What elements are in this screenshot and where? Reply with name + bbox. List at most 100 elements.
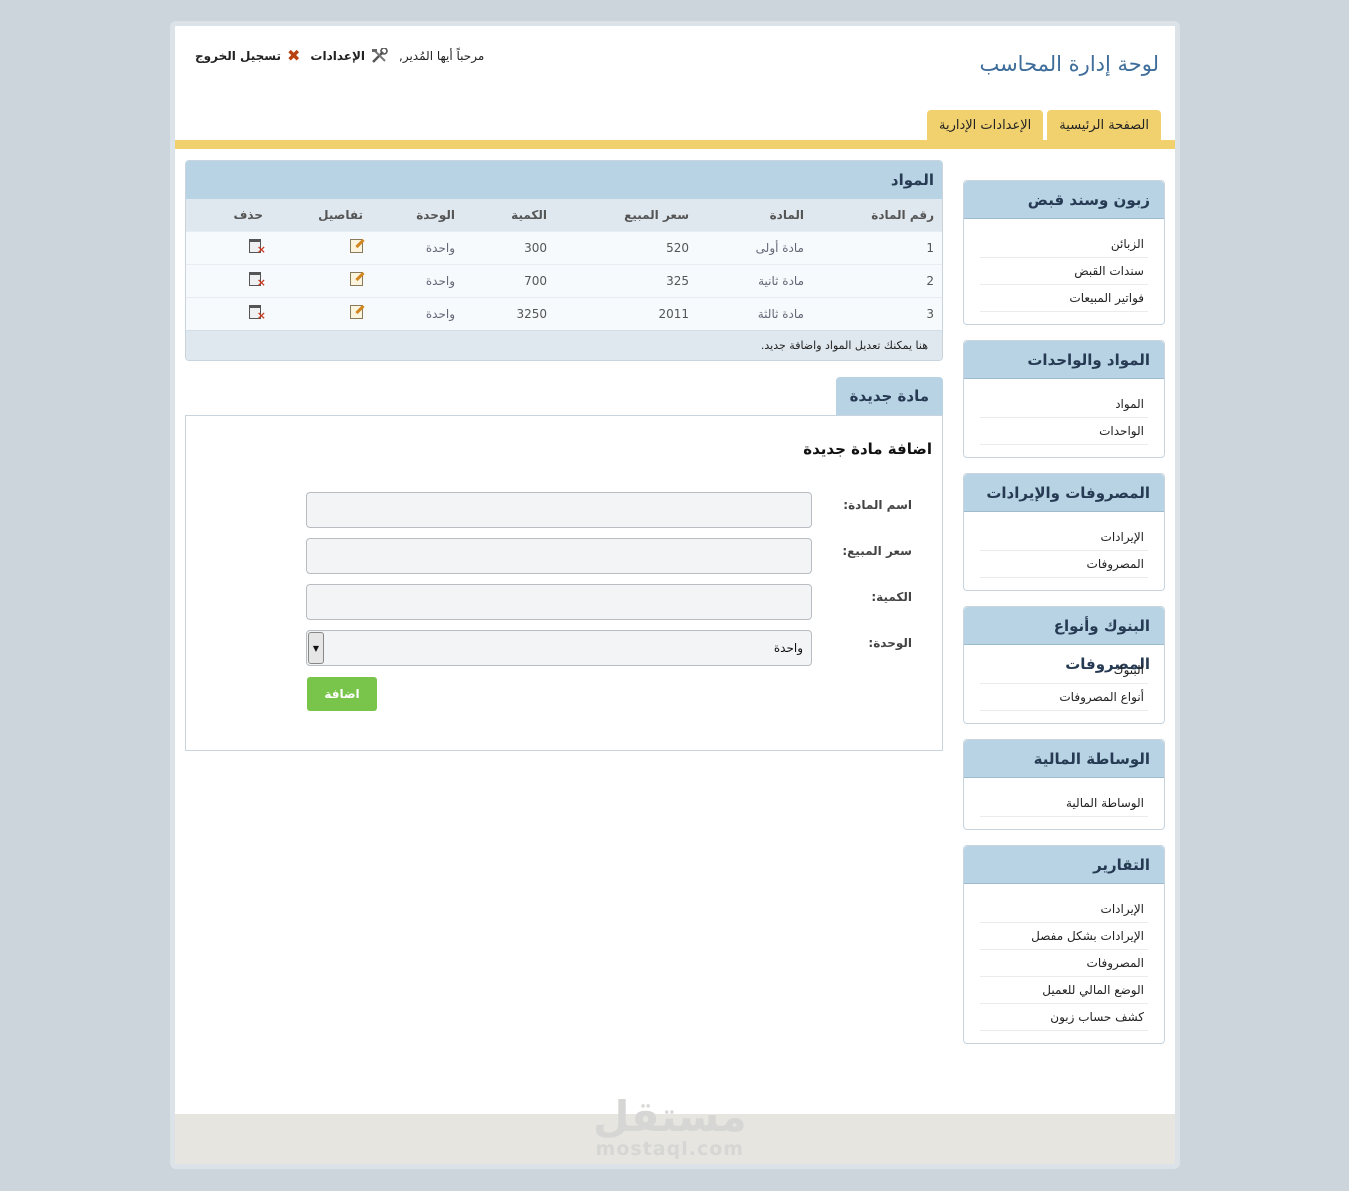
sidebar-item-report-revenues-detailed[interactable]: الإيرادات بشكل مفصل xyxy=(980,923,1148,950)
new-material-form: اضافة مادة جديدة اسم المادة: سعر المبيع:… xyxy=(185,415,943,751)
cell-unit: واحدة xyxy=(371,263,463,297)
sale-price-input[interactable] xyxy=(306,538,812,574)
sidebar-box-title: البنوك وأنواع المصروفات xyxy=(964,607,1164,673)
cell-details xyxy=(275,230,371,264)
sidebar-box-reports: التقارير الإيرادات الإيرادات بشكل مفصل ا… xyxy=(963,845,1165,1044)
column-header: الوحدة xyxy=(371,199,463,231)
column-header: حذف xyxy=(186,199,275,231)
cell-qty: 300 xyxy=(463,230,555,264)
cell-delete xyxy=(186,263,275,297)
cell-details xyxy=(275,296,371,330)
cell-name: مادة ثانية xyxy=(697,263,812,297)
table-header-row: رقم المادة المادة سعر المبيع الكمية الوح… xyxy=(186,199,942,231)
cell-id: 2 xyxy=(812,263,942,297)
sidebar-item-banks[interactable]: البنوك xyxy=(980,657,1148,684)
edit-icon[interactable] xyxy=(350,305,363,320)
watermark-logo: مستقل mostaql.com xyxy=(593,1096,747,1161)
materials-panel-title: المواد xyxy=(186,161,942,199)
sidebar-box-expenses-revenues: المصروفات والإيرادات الإيرادات المصروفات xyxy=(963,473,1165,591)
add-button[interactable]: اضافة xyxy=(307,677,377,711)
materials-footer-note: هنا يمكنك تعديل المواد واضافة جديد. xyxy=(186,330,942,360)
sidebar-item-units[interactable]: الواحدات xyxy=(980,418,1148,445)
delete-icon[interactable] xyxy=(249,305,266,322)
tab-admin-settings[interactable]: الإعدادات الإدارية xyxy=(927,110,1044,140)
sidebar-item-receipts[interactable]: سندات القبض xyxy=(980,258,1148,285)
unit-label: الوحدة: xyxy=(868,636,912,650)
column-header: الكمية xyxy=(463,199,555,231)
sidebar: زبون وسند قبض الزبائن سندات القبض فواتير… xyxy=(963,180,1165,1059)
materials-panel: المواد رقم المادة المادة سعر المبيع الكم… xyxy=(185,160,943,361)
sidebar-item-expenses[interactable]: المصروفات xyxy=(980,551,1148,578)
app-title: لوحة إدارة المحاسب xyxy=(979,52,1159,76)
new-material-tab-strip: مادة جديدة xyxy=(185,377,943,415)
cell-price: 325 xyxy=(555,263,697,297)
table-row: 1 مادة أولى 520 300 واحدة xyxy=(186,230,942,264)
sidebar-item-report-revenues[interactable]: الإيرادات xyxy=(980,896,1148,923)
sidebar-item-report-expenses[interactable]: المصروفات xyxy=(980,950,1148,977)
sidebar-box-title: التقارير xyxy=(964,846,1164,884)
table-row: 3 مادة ثالثة 2011 3250 واحدة xyxy=(186,296,942,330)
tab-new-material[interactable]: مادة جديدة xyxy=(835,377,943,415)
cell-qty: 3250 xyxy=(463,296,555,330)
sidebar-item-revenues[interactable]: الإيرادات xyxy=(980,524,1148,551)
price-label: سعر المبيع: xyxy=(842,544,912,558)
cell-price: 520 xyxy=(555,230,697,264)
sidebar-box-title: المصروفات والإيرادات xyxy=(964,474,1164,512)
price-row: سعر المبيع: xyxy=(306,538,912,574)
edit-icon[interactable] xyxy=(350,272,363,286)
page-frame: لوحة إدارة المحاسب مرحباً أيها المُدير, … xyxy=(170,21,1180,1169)
name-row: اسم المادة: xyxy=(306,492,912,528)
delete-icon[interactable] xyxy=(249,272,266,289)
cell-id: 1 xyxy=(812,230,942,264)
form-title: اضافة مادة جديدة xyxy=(803,440,932,458)
settings-link[interactable]: الإعدادات xyxy=(310,46,389,64)
cell-qty: 700 xyxy=(463,263,555,297)
delete-icon[interactable] xyxy=(249,239,266,256)
cell-delete xyxy=(186,230,275,264)
watermark-latin: mostaql.com xyxy=(595,1138,745,1160)
sidebar-item-expense-types[interactable]: أنواع المصروفات xyxy=(980,684,1148,711)
main-tabs: الصفحة الرئيسية الإعدادات الإدارية xyxy=(927,110,1161,140)
cell-name: مادة ثالثة xyxy=(697,296,812,330)
logout-label: تسجيل الخروج xyxy=(195,48,281,63)
cell-unit: واحدة xyxy=(371,230,463,264)
cell-details xyxy=(275,263,371,297)
welcome-text: مرحباً أيها المُدير, xyxy=(399,48,485,63)
cell-unit: واحدة xyxy=(371,296,463,330)
unit-select[interactable]: واحدة ▼ xyxy=(306,630,812,666)
cell-delete xyxy=(186,296,275,330)
close-icon: ✖ xyxy=(287,46,301,65)
sidebar-box-title: زبون وسند قبض xyxy=(964,181,1164,219)
column-header: سعر المبيع xyxy=(555,199,697,231)
sidebar-item-materials[interactable]: المواد xyxy=(980,391,1148,418)
name-label: اسم المادة: xyxy=(843,498,912,512)
sidebar-item-brokerage[interactable]: الوساطة المالية xyxy=(980,790,1148,817)
sidebar-item-report-customer-statement[interactable]: كشف حساب زبون xyxy=(980,1004,1148,1031)
sidebar-box-customers: زبون وسند قبض الزبائن سندات القبض فواتير… xyxy=(963,180,1165,325)
tab-home[interactable]: الصفحة الرئيسية xyxy=(1047,110,1161,140)
sidebar-box-title: المواد والواحدات xyxy=(964,341,1164,379)
cell-price: 2011 xyxy=(555,296,697,330)
table-row: 2 مادة ثانية 325 700 واحدة xyxy=(186,263,942,297)
sidebar-item-customers[interactable]: الزبائن xyxy=(980,231,1148,258)
sidebar-box-banks: البنوك وأنواع المصروفات البنوك أنواع الم… xyxy=(963,606,1165,724)
sidebar-box-materials: المواد والواحدات المواد الواحدات xyxy=(963,340,1165,458)
logout-link[interactable]: ✖ تسجيل الخروج xyxy=(195,46,300,65)
column-header: رقم المادة xyxy=(812,199,942,231)
sidebar-item-sales-invoices[interactable]: فواتير المبيعات xyxy=(980,285,1148,312)
edit-icon[interactable] xyxy=(350,239,363,253)
material-name-input[interactable] xyxy=(306,492,812,528)
chevron-down-icon[interactable]: ▼ xyxy=(308,632,324,664)
header: لوحة إدارة المحاسب مرحباً أيها المُدير, … xyxy=(175,26,1175,144)
tab-underline-bar xyxy=(175,140,1175,149)
qty-row: الكمية: xyxy=(306,584,912,620)
materials-table: رقم المادة المادة سعر المبيع الكمية الوح… xyxy=(186,199,942,330)
cell-id: 3 xyxy=(812,296,942,330)
tools-icon xyxy=(371,46,389,64)
footer: مستقل mostaql.com xyxy=(175,1096,1175,1164)
quantity-input[interactable] xyxy=(306,584,812,620)
unit-row: الوحدة: واحدة ▼ xyxy=(306,630,912,666)
sidebar-item-report-client-financial[interactable]: الوضع المالي للعميل xyxy=(980,977,1148,1004)
qty-label: الكمية: xyxy=(871,590,912,604)
user-bar: مرحباً أيها المُدير, الإعدادات ✖ تسجيل ا… xyxy=(195,46,484,65)
